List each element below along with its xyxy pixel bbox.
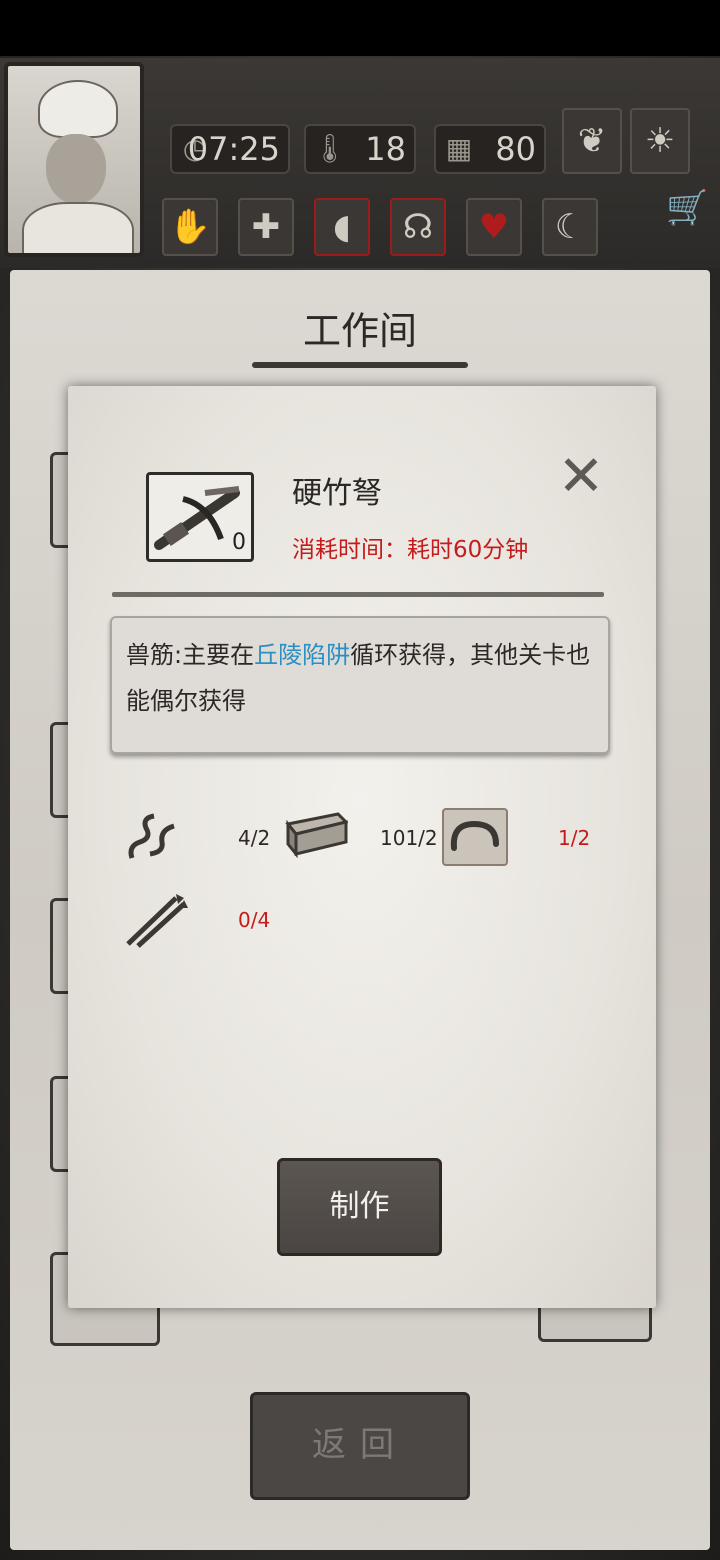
workshop-title: 工作间 — [302, 309, 417, 353]
item-count: 0 — [232, 530, 246, 555]
location-link[interactable]: 丘陵陷阱 — [254, 641, 350, 669]
calendar-display: ▦ 80 — [434, 124, 546, 174]
sun-icon[interactable]: ☀ — [630, 108, 690, 174]
description-text: 兽筋:主要在 — [126, 641, 255, 669]
temperature-display: 🌡 18 — [304, 124, 416, 174]
item-name: 硬竹弩 — [292, 476, 382, 511]
temperature-value: 18 — [365, 130, 406, 168]
hand-icon[interactable]: ✋ — [162, 198, 218, 256]
wood-plank-icon[interactable] — [284, 808, 349, 864]
rope-icon[interactable] — [442, 808, 508, 866]
heart-icon[interactable]: ♥ — [466, 198, 522, 256]
back-button[interactable]: 返回 — [250, 1392, 470, 1500]
craft-time: 消耗时间：耗时60分钟 — [292, 537, 529, 563]
character-portrait[interactable] — [4, 62, 144, 257]
calendar-value: 80 — [495, 130, 536, 168]
close-icon[interactable]: ✕ — [556, 449, 606, 505]
character-face — [46, 134, 106, 204]
bamboo-arrows-icon[interactable] — [122, 890, 188, 954]
brain-icon[interactable]: ☊ — [390, 198, 446, 256]
moon-icon[interactable]: ☾ — [542, 198, 598, 256]
cart-icon[interactable]: 🛒 — [666, 188, 712, 228]
character-body — [22, 202, 134, 253]
status-bar — [0, 0, 720, 56]
title-underline — [252, 362, 468, 368]
divider — [112, 592, 604, 597]
material-count: 4/2 — [238, 826, 271, 850]
material-count: 1/2 — [558, 826, 591, 850]
sinew-icon[interactable] — [124, 808, 184, 872]
sprout-icon[interactable]: ❦ — [562, 108, 622, 174]
material-description: 兽筋:主要在丘陵陷阱循环获得，其他关卡也能偶尔获得 — [110, 616, 610, 754]
time-value: 07:25 — [187, 130, 280, 168]
material-count: 101/2 — [380, 826, 438, 850]
material-count: 0/4 — [238, 908, 271, 932]
make-button[interactable]: 制作 — [277, 1158, 442, 1256]
thermometer-icon: 🌡 — [312, 132, 348, 165]
plus-icon[interactable]: ✚ — [238, 198, 294, 256]
calendar-icon: ▦ — [445, 132, 473, 165]
time-display: ◷ 07:25 — [170, 124, 290, 174]
stomach-icon[interactable]: ◖ — [314, 198, 370, 256]
chef-hat — [38, 80, 118, 138]
